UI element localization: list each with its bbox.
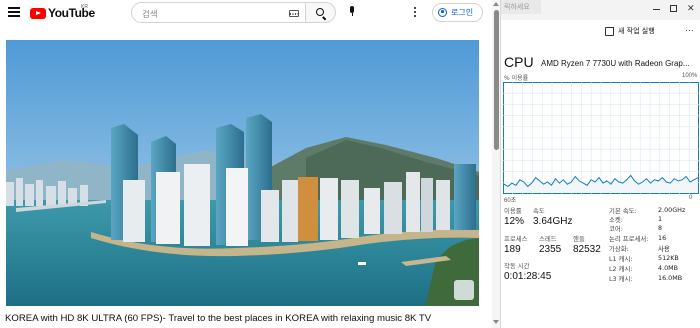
youtube-window: YouTube KR 검색 로그인 KOREA with HD 8K ULTRA… bbox=[0, 0, 500, 328]
stat-label-handles: 핸들 bbox=[573, 235, 585, 243]
voice-search-icon[interactable] bbox=[349, 6, 355, 16]
video-frame-city-skyline bbox=[6, 40, 479, 306]
more-options-icon[interactable]: ··· bbox=[685, 25, 694, 35]
page-scrollbar[interactable] bbox=[492, 0, 500, 328]
menu-icon[interactable] bbox=[8, 7, 20, 17]
close-icon[interactable]: ✕ bbox=[687, 4, 695, 13]
minimize-icon[interactable] bbox=[653, 9, 660, 10]
title-bar[interactable]: 릭하세요 ✕ bbox=[501, 0, 700, 20]
run-task-icon bbox=[605, 26, 614, 36]
spec-key-sockets: 소켓: bbox=[609, 216, 623, 224]
region-code: KR bbox=[81, 4, 88, 10]
spec-value-logical-processors: 16 bbox=[658, 234, 667, 242]
scroll-down-arrow-icon[interactable] bbox=[493, 320, 499, 324]
stat-label-processes: 프로세스 bbox=[504, 235, 528, 243]
stat-label-threads: 스레드 bbox=[539, 235, 557, 243]
search-button[interactable] bbox=[306, 2, 336, 23]
graph-min-label: 0 bbox=[689, 195, 693, 201]
spec-key-virtualization: 가상화: bbox=[609, 245, 629, 253]
search-placeholder: 검색 bbox=[142, 10, 158, 20]
spec-key-l2-cache: L2 캐시: bbox=[609, 265, 633, 273]
stat-value-handles: 82532 bbox=[573, 244, 601, 255]
utilization-max-label: 100% bbox=[682, 73, 698, 79]
search-icon bbox=[316, 8, 324, 16]
spec-key-l1-cache: L1 캐시: bbox=[609, 255, 633, 263]
stat-value-uptime: 0:01:28:45 bbox=[504, 271, 552, 282]
cpu-usage-graph bbox=[503, 82, 699, 194]
task-manager-window: 릭하세요 ✕ 새 작업 실행 ··· CPU AMD Ryzen 7 7730U… bbox=[500, 0, 700, 328]
login-button[interactable]: 로그인 bbox=[432, 3, 483, 22]
spec-value-cores: 8 bbox=[658, 224, 663, 232]
stat-value-processes: 189 bbox=[504, 244, 521, 255]
spec-value-l3-cache: 16.0MB bbox=[658, 274, 683, 282]
video-player[interactable] bbox=[6, 40, 479, 306]
spec-value-virtualization: 사용 bbox=[658, 245, 670, 253]
youtube-play-icon bbox=[30, 7, 46, 19]
cpu-usage-chart bbox=[503, 82, 699, 194]
scroll-thumb[interactable] bbox=[493, 10, 499, 150]
stat-value-utilization: 12% bbox=[504, 216, 525, 227]
spec-key-l3-cache: L3 캐시: bbox=[609, 275, 633, 283]
spec-value-base-speed: 2.00GHz bbox=[658, 206, 686, 214]
spec-value-l2-cache: 4.0MB bbox=[658, 264, 679, 272]
keyboard-icon[interactable] bbox=[289, 10, 299, 17]
stat-value-speed: 3.64GHz bbox=[533, 216, 573, 227]
spec-value-l1-cache: 512KB bbox=[658, 254, 679, 262]
run-task-label: 새 작업 실행 bbox=[618, 27, 655, 35]
login-label: 로그인 bbox=[451, 8, 474, 17]
spec-value-sockets: 1 bbox=[658, 215, 663, 223]
cpu-heading: CPU bbox=[504, 54, 534, 70]
cpu-model: AMD Ryzen 7 7730U with Radeon Grap... bbox=[541, 59, 690, 68]
channel-watermark bbox=[454, 280, 474, 300]
title-hint: 릭하세요 bbox=[501, 0, 541, 14]
spec-key-base-speed: 기본 속도: bbox=[609, 207, 637, 215]
utilization-axis-label: % 이용률 bbox=[504, 75, 529, 82]
run-new-task-button[interactable]: 새 작업 실행 bbox=[605, 26, 655, 36]
scroll-up-arrow-icon[interactable] bbox=[493, 2, 499, 6]
spec-key-logical-processors: 논리 프로세서: bbox=[609, 235, 649, 243]
stat-value-threads: 2355 bbox=[539, 244, 562, 255]
more-options-icon[interactable] bbox=[414, 7, 417, 19]
stat-label-speed: 속도 bbox=[533, 207, 545, 215]
video-title[interactable]: KOREA with HD 8K ULTRA (60 FPS)- Travel … bbox=[5, 313, 495, 324]
stat-label-uptime: 작동 시간 bbox=[504, 262, 530, 270]
stat-label-utilization: 이용률 bbox=[504, 207, 522, 215]
maximize-icon[interactable] bbox=[670, 5, 677, 12]
spec-key-cores: 코어: bbox=[609, 225, 623, 233]
user-icon bbox=[438, 8, 447, 17]
graph-time-label: 60초 bbox=[504, 198, 517, 204]
search-input[interactable]: 검색 bbox=[131, 2, 306, 23]
youtube-header: YouTube KR 검색 로그인 bbox=[0, 0, 496, 26]
